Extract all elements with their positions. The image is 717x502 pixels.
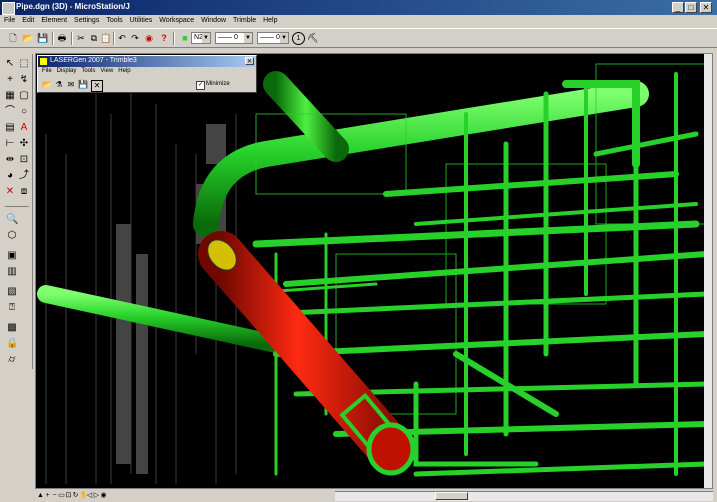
- weight-select[interactable]: —— 0 ▼: [257, 32, 289, 44]
- menu-settings[interactable]: Settings: [74, 15, 99, 27]
- render-icon[interactable]: ◉: [142, 32, 156, 45]
- lasergen-app-icon: [40, 58, 47, 65]
- view-cube-icon[interactable]: ⬡: [6, 230, 18, 242]
- close-icon[interactable]: ✕: [700, 2, 712, 13]
- lasergen-window: LASERGen 2007 - Trimble3 ✕ File Display …: [37, 55, 257, 93]
- view-fit-icon[interactable]: ⊡: [65, 491, 72, 500]
- point-cloud-scene: [37, 63, 709, 484]
- arc-icon[interactable]: ⌒: [4, 106, 16, 118]
- lasergen-menu-help[interactable]: Help: [118, 68, 130, 74]
- tool-icon[interactable]: ⛏: [306, 32, 320, 45]
- lasergen-menu-display[interactable]: Display: [57, 68, 77, 74]
- view-camera-icon[interactable]: ◉: [100, 491, 107, 500]
- vertical-scrollbar[interactable]: [704, 54, 712, 488]
- text-icon[interactable]: A: [18, 122, 30, 134]
- open-icon[interactable]: 📂: [21, 32, 35, 45]
- help-icon[interactable]: ?: [157, 32, 171, 45]
- app-icon: [2, 2, 15, 15]
- menu-edit[interactable]: Edit: [22, 15, 34, 27]
- drop-icon[interactable]: ⧈: [18, 186, 30, 198]
- menu-help[interactable]: Help: [263, 15, 277, 27]
- view-next-icon[interactable]: ▷: [93, 491, 100, 500]
- smartline-icon[interactable]: ↯: [18, 74, 30, 86]
- raster-icon[interactable]: ▧: [6, 286, 18, 298]
- view-window[interactable]: [35, 53, 713, 489]
- count-indicator[interactable]: 1: [292, 32, 305, 45]
- lasergen-menu-view[interactable]: View: [100, 68, 113, 74]
- grid-icon[interactable]: ▦: [4, 90, 16, 102]
- horizontal-scrollbar[interactable]: [335, 491, 713, 501]
- line-style-sample: ——: [218, 34, 232, 41]
- dimension-icon[interactable]: ⊢: [4, 138, 16, 150]
- lasergen-title: LASERGen 2007 - Trimble3: [50, 57, 137, 64]
- mail-icon[interactable]: ✉: [66, 80, 76, 90]
- paste-icon[interactable]: 📋: [99, 32, 113, 45]
- view-controls-bar: ▲ + − ▭ ⊡ ↻ ✋ ◁ ▷ ◉: [35, 489, 713, 502]
- query-icon[interactable]: ⍰: [6, 302, 18, 314]
- block-icon[interactable]: ▢: [18, 90, 30, 102]
- menu-file[interactable]: File: [4, 15, 15, 27]
- level-select[interactable]: N2 ▼: [191, 32, 211, 44]
- cylinder-icon[interactable]: ⌭: [6, 354, 18, 366]
- view-rotate-icon[interactable]: ↻: [72, 491, 79, 500]
- modify-icon[interactable]: ⊡: [18, 154, 30, 166]
- menu-tools[interactable]: Tools: [106, 15, 122, 27]
- scroll-thumb[interactable]: [435, 492, 468, 500]
- close-icon[interactable]: ✕: [245, 57, 254, 65]
- measure-icon[interactable]: ⇹: [4, 154, 16, 166]
- new-file-icon[interactable]: 🗋: [6, 32, 20, 45]
- cut-icon[interactable]: ✂: [74, 32, 88, 45]
- lasergen-menu-file[interactable]: File: [42, 68, 52, 74]
- view-pan-icon[interactable]: ✋: [79, 491, 88, 500]
- view-window-icon[interactable]: ▭: [58, 491, 65, 500]
- lock-icon[interactable]: 🔒: [6, 338, 18, 350]
- redo-icon[interactable]: ↷: [128, 32, 142, 45]
- maximize-icon[interactable]: □: [685, 2, 697, 13]
- lasergen-titlebar: LASERGen 2007 - Trimble3 ✕: [38, 56, 256, 67]
- menu-workspace[interactable]: Workspace: [159, 15, 194, 27]
- manipulate-icon[interactable]: ⤴: [18, 170, 30, 182]
- fence-icon[interactable]: ⬚: [18, 58, 30, 70]
- section-icon[interactable]: ▥: [6, 266, 18, 278]
- main-toolbar: 🗋 📂 💾 🖶 ✂ ⧉ 📋 ↶ ↷ ◉ ? ■ N2 ▼ —— 0 ▼ —— 0 ▼ …: [0, 28, 717, 48]
- minimize-checkbox[interactable]: ✓: [196, 81, 205, 90]
- zoom-icon[interactable]: 🔍: [6, 214, 18, 226]
- wand-icon[interactable]: ⚗: [54, 80, 64, 90]
- minimize-icon[interactable]: _: [672, 2, 684, 13]
- pattern-icon[interactable]: ✣: [18, 138, 30, 150]
- print-icon[interactable]: 🖶: [55, 32, 69, 45]
- title-bar: Pipe.dgn (3D) - MicroStation/J _ □ ✕: [0, 0, 717, 15]
- circle-icon[interactable]: ○: [18, 106, 30, 118]
- minimize-label: Minimize: [206, 81, 230, 87]
- color-swatch-icon[interactable]: ■: [178, 32, 192, 45]
- line-style-select[interactable]: —— 0 ▼: [215, 32, 253, 44]
- palette-divider: [5, 206, 29, 207]
- place-line-icon[interactable]: +: [4, 74, 16, 86]
- save-icon[interactable]: 💾: [78, 80, 88, 90]
- open-icon[interactable]: 📂: [42, 80, 52, 90]
- delete-icon[interactable]: ✕: [4, 186, 16, 198]
- view-add-icon[interactable]: +: [44, 491, 51, 500]
- menu-trimble[interactable]: Trimble: [233, 15, 256, 27]
- menu-window[interactable]: Window: [201, 15, 226, 27]
- lasergen-menu: File Display Tools View Help: [42, 68, 131, 74]
- menu-element[interactable]: Element: [41, 15, 67, 27]
- view-previous-icon[interactable]: ◁: [86, 491, 93, 500]
- select-arrow-icon[interactable]: ↖: [4, 58, 16, 70]
- close-box-icon[interactable]: ✕: [91, 80, 103, 92]
- menu-utilities[interactable]: Utilities: [130, 15, 153, 27]
- tool-palette: ↖ ⬚ + ↯ ▦ ▢ ⌒ ○ ▤ A ⊢ ✣ ⇹ ⊡ ◕ ⤴ ✕ ⧈ 🔍 ⬡ …: [3, 54, 33, 369]
- save-icon[interactable]: 💾: [36, 32, 50, 45]
- image-icon[interactable]: ▩: [6, 322, 18, 334]
- clip-icon[interactable]: ▣: [6, 250, 18, 262]
- window-title: Pipe.dgn (3D) - MicroStation/J: [16, 2, 130, 11]
- lasergen-menu-tools[interactable]: Tools: [81, 68, 95, 74]
- cell-icon[interactable]: ▤: [4, 122, 16, 134]
- undo-icon[interactable]: ↶: [115, 32, 129, 45]
- menu-bar: File Edit Element Settings Tools Utiliti…: [0, 15, 717, 27]
- weight-sample: ——: [260, 34, 274, 41]
- palette-colors-icon[interactable]: ◕: [4, 170, 16, 182]
- view-remove-icon[interactable]: −: [51, 491, 58, 500]
- view-up-icon[interactable]: ▲: [37, 491, 44, 500]
